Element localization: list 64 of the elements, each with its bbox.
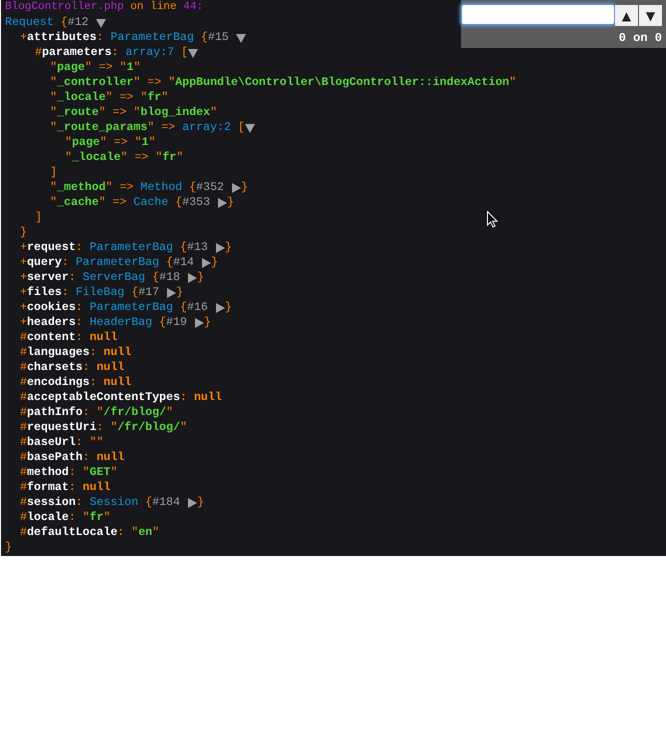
closing-bracket: } bbox=[204, 315, 211, 330]
closing-bracket: ] bbox=[35, 210, 42, 225]
dump-header: BlogController.php on line 44: bbox=[5, 0, 204, 15]
triangle-down-icon[interactable] bbox=[236, 32, 246, 42]
dump-line: #session: Session {#184 bbox=[20, 495, 180, 510]
dump-line: Request {#12 bbox=[5, 15, 89, 30]
triangle-down-icon[interactable] bbox=[96, 18, 106, 28]
triangle-right-icon[interactable] bbox=[214, 242, 225, 252]
dump-line: +attributes: ParameterBag {#15 bbox=[20, 30, 229, 45]
match-counter: 0 on 0 bbox=[618, 31, 662, 45]
closing-bracket: } bbox=[224, 300, 232, 315]
closing-bracket: } bbox=[241, 180, 248, 195]
dump-line: #method: "GET" bbox=[20, 465, 118, 480]
dump-line: #defaultLocale: "en" bbox=[20, 525, 160, 540]
triangle-right-icon[interactable] bbox=[194, 318, 204, 328]
dump-line: #locale: "fr" bbox=[20, 510, 110, 525]
mouse-pointer-icon bbox=[487, 211, 498, 228]
triangle-right-icon[interactable] bbox=[200, 258, 211, 268]
dump-line: +server: ServerBag {#18 bbox=[20, 270, 180, 285]
closing-bracket: } bbox=[176, 285, 184, 300]
triangle-right-icon[interactable] bbox=[231, 182, 241, 192]
dump-line: +cookies: ParameterBag {#16 bbox=[20, 300, 208, 315]
closing-bracket: } bbox=[210, 255, 218, 270]
closing-bracket: } bbox=[224, 240, 232, 255]
triangle-right-icon[interactable] bbox=[214, 302, 225, 312]
closing-bracket: ] bbox=[50, 165, 57, 180]
dump-line: #languages: null bbox=[20, 345, 132, 360]
closing-bracket: } bbox=[5, 540, 12, 555]
dump-line: "_cache" => Cache {#353 bbox=[50, 195, 210, 210]
dump-line: #parameters: array:7 [ bbox=[35, 45, 188, 60]
dump-line: "_route" => "blog_index" bbox=[50, 105, 218, 120]
dump-line: "_route_params" => array:2 [ bbox=[50, 120, 245, 135]
triangle-right-icon[interactable] bbox=[217, 198, 228, 208]
dump-line: #content: null bbox=[20, 330, 118, 345]
triangle-down-icon[interactable] bbox=[188, 48, 198, 58]
triangle-down-icon[interactable] bbox=[244, 122, 255, 132]
search-field[interactable] bbox=[462, 5, 614, 24]
dump-line: +headers: HeaderBag {#19 bbox=[20, 315, 188, 330]
triangle-right-icon[interactable] bbox=[187, 498, 198, 508]
dump-line: #basePath: null bbox=[20, 450, 124, 465]
dump-line: "_locale" => "fr" bbox=[50, 90, 168, 105]
dump-line: #requestUri: "/fr/blog/" bbox=[20, 420, 188, 435]
dump-line: #pathInfo: "/fr/blog/" bbox=[20, 405, 174, 420]
dump-line: #acceptableContentTypes: null bbox=[20, 390, 222, 405]
triangle-right-icon[interactable] bbox=[166, 288, 176, 298]
dump-line: #format: null bbox=[20, 480, 110, 495]
search-nav-button[interactable]: ▲ bbox=[615, 5, 638, 26]
dump-line: #baseUrl: "" bbox=[20, 435, 104, 450]
dump-line: +query: ParameterBag {#14 bbox=[20, 255, 194, 270]
closing-bracket: } bbox=[20, 225, 27, 240]
dump-line: "_locale" => "fr" bbox=[65, 150, 184, 165]
dump-line: "_method" => Method {#352 bbox=[50, 180, 224, 195]
triangle-right-icon[interactable] bbox=[187, 272, 198, 282]
dump-line: +request: ParameterBag {#13 bbox=[20, 240, 208, 255]
dump-line: "page" => "1" bbox=[50, 60, 141, 75]
search-nav-button[interactable]: ▼ bbox=[639, 5, 662, 26]
dump-line: #charsets: null bbox=[20, 360, 124, 375]
closing-bracket: } bbox=[227, 195, 234, 210]
dump-line: "_controller" => "AppBundle\Controller\BlogController::indexAction" bbox=[50, 75, 516, 90]
closing-bracket: } bbox=[197, 495, 204, 510]
dump-line: #encodings: null bbox=[20, 375, 132, 390]
dump-line: +files: FileBag {#17 bbox=[20, 285, 160, 300]
dump-line: "page" => "1" bbox=[65, 135, 156, 150]
closing-bracket: } bbox=[197, 270, 204, 285]
